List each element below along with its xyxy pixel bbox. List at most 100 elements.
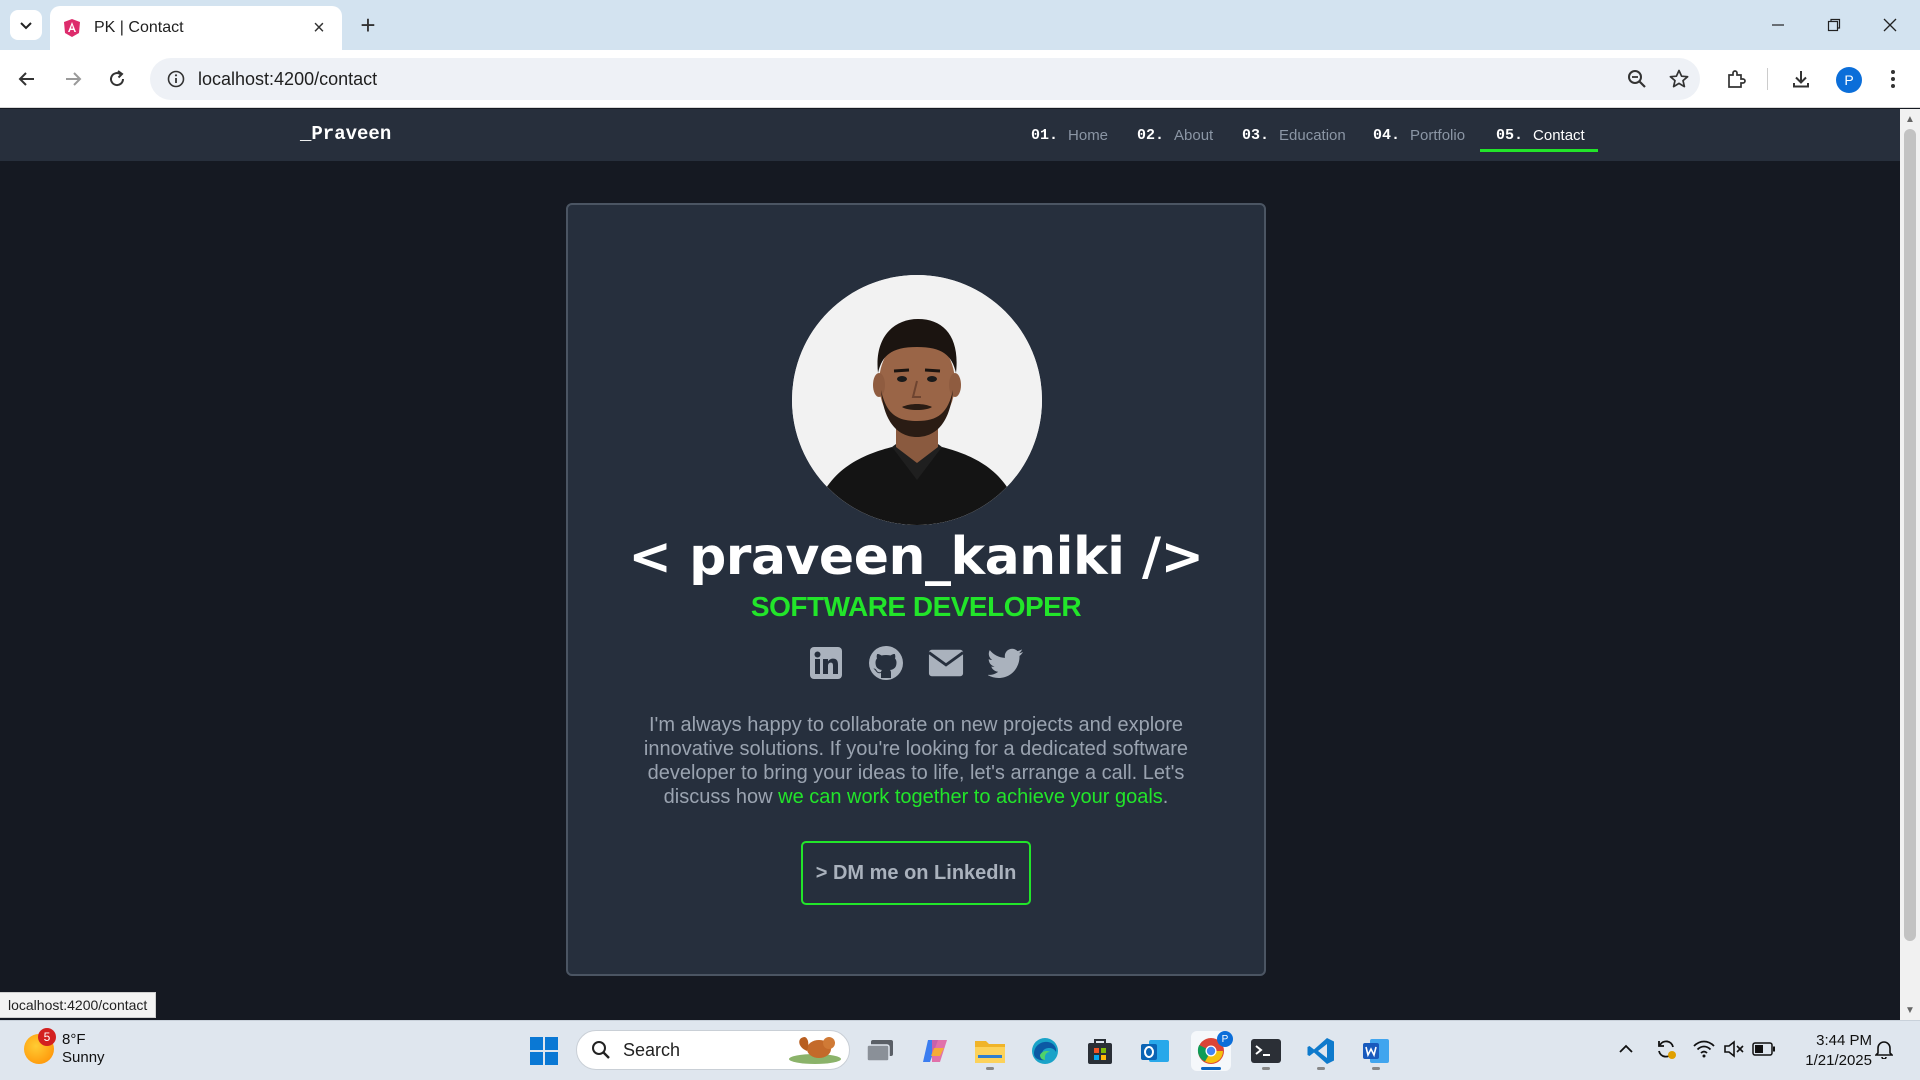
nav-label: Education: [1279, 126, 1346, 144]
nav-item-about[interactable]: 02. About: [1137, 122, 1213, 148]
show-hidden-icons-button[interactable]: [1612, 1035, 1640, 1063]
site-brand[interactable]: _Praveen: [300, 123, 391, 145]
extensions-button[interactable]: [1719, 62, 1753, 96]
address-bar[interactable]: localhost:4200/contact: [150, 58, 1700, 100]
scroll-up-icon[interactable]: ▲: [1904, 113, 1916, 125]
chrome-app[interactable]: P: [1191, 1031, 1233, 1071]
running-indicator: [1372, 1067, 1380, 1070]
bio-highlight: we can work together to achieve your goa…: [778, 786, 1163, 808]
microsoft-store-app[interactable]: [1080, 1031, 1120, 1071]
bookmark-star-icon[interactable]: [1658, 58, 1700, 100]
vscode-app[interactable]: [1301, 1031, 1341, 1071]
close-icon: [1883, 18, 1897, 32]
nav-label: Contact: [1533, 126, 1585, 144]
notifications-button[interactable]: [1870, 1035, 1898, 1063]
role-title: SOFTWARE DEVELOPER: [750, 591, 1082, 622]
vscode-icon: [1307, 1038, 1334, 1064]
zoom-icon[interactable]: [1616, 58, 1658, 100]
bio-end: .: [1162, 786, 1169, 808]
task-view-button[interactable]: [860, 1031, 900, 1071]
edge-app[interactable]: [1025, 1031, 1065, 1071]
nav-item-portfolio[interactable]: 04. Portfolio: [1373, 122, 1465, 148]
github-icon[interactable]: [868, 645, 904, 681]
browser-menu-button[interactable]: [1876, 62, 1910, 96]
wifi-icon: [1693, 1040, 1715, 1058]
nav-number: 03.: [1242, 126, 1270, 144]
email-icon[interactable]: [928, 645, 964, 681]
outlook-app[interactable]: [1135, 1031, 1175, 1071]
link-status-bubble: localhost:4200/contact: [0, 992, 157, 1018]
nav-item-contact[interactable]: 05. Contact: [1496, 122, 1585, 148]
system-clock[interactable]: 3:44 PM 1/21/2025: [1788, 1031, 1872, 1071]
reload-button[interactable]: [100, 62, 134, 96]
nav-active-underline: [1480, 149, 1598, 152]
weather-widget[interactable]: 5 8°F Sunny: [24, 1028, 105, 1067]
taskbar-search[interactable]: Search: [576, 1030, 850, 1070]
linkedin-icon[interactable]: [808, 645, 844, 681]
close-tab-icon[interactable]: ×: [308, 17, 330, 39]
tab-search-button[interactable]: [10, 10, 42, 40]
nav-number: 02.: [1137, 126, 1165, 144]
download-icon: [1793, 71, 1809, 88]
page-viewport: _Praveen 01. Home 02. About 03. Educatio…: [0, 109, 1900, 1020]
task-view-icon: [866, 1040, 893, 1062]
toolbar-divider: [1767, 68, 1768, 90]
angular-logo-icon: [64, 19, 80, 37]
search-highlight-illustration-icon: [789, 1037, 841, 1064]
site-info-icon[interactable]: [156, 58, 196, 100]
terminal-app[interactable]: [1246, 1031, 1286, 1071]
profile-avatar[interactable]: P: [1836, 67, 1862, 93]
puzzle-icon: [1728, 70, 1746, 88]
dm-linkedin-button[interactable]: > DM me on LinkedIn: [801, 841, 1031, 905]
restore-button[interactable]: [1814, 10, 1854, 40]
file-explorer-app[interactable]: [970, 1031, 1010, 1071]
nav-number: 05.: [1496, 126, 1524, 144]
forward-button[interactable]: [56, 62, 90, 96]
nav-item-education[interactable]: 03. Education: [1242, 122, 1346, 148]
arrow-left-icon: [18, 72, 34, 86]
twitter-icon[interactable]: [988, 645, 1024, 681]
downloads-button[interactable]: [1784, 62, 1818, 96]
contact-card: < praveen_kaniki /> SOFTWARE DEVELOPER I…: [566, 203, 1266, 976]
outlook-icon: [1141, 1040, 1169, 1062]
close-window-button[interactable]: [1870, 10, 1910, 40]
nav-number: 04.: [1373, 126, 1401, 144]
scroll-down-icon[interactable]: ▼: [1904, 1004, 1916, 1016]
url-text[interactable]: localhost:4200/contact: [198, 69, 1616, 90]
running-indicator: [1262, 1067, 1270, 1070]
minimize-button[interactable]: [1758, 10, 1798, 40]
running-indicator: [986, 1067, 994, 1070]
browser-tab-active[interactable]: PK | Contact ×: [50, 6, 342, 50]
clock-date: 1/21/2025: [1805, 1052, 1872, 1069]
volume-status-button[interactable]: [1720, 1035, 1748, 1063]
clock-time: 3:44 PM: [1816, 1032, 1872, 1049]
nav-label: Home: [1068, 126, 1109, 144]
word-app[interactable]: [1356, 1031, 1396, 1071]
copilot-icon: [923, 1040, 947, 1062]
windows-logo-icon: [530, 1037, 558, 1065]
search-icon: [592, 1041, 610, 1059]
sync-icon: [1658, 1040, 1676, 1059]
battery-status-button[interactable]: [1750, 1035, 1778, 1063]
arrow-right-icon: [66, 72, 82, 86]
restore-icon: [1827, 18, 1841, 32]
chevron-down-icon: [20, 22, 32, 30]
chevron-up-icon: [1619, 1044, 1633, 1053]
page-scrollbar[interactable]: ▲ ▼: [1900, 109, 1920, 1020]
active-indicator: [1201, 1067, 1221, 1070]
sync-status-button[interactable]: [1652, 1035, 1680, 1063]
nav-item-home[interactable]: 01. Home: [1031, 122, 1108, 148]
tab-title: PK | Contact: [94, 19, 184, 36]
start-button[interactable]: [524, 1031, 564, 1071]
battery-icon: [1752, 1042, 1775, 1056]
scrollbar-thumb[interactable]: [1904, 129, 1916, 941]
bio-paragraph: I'm always happy to collaborate on new p…: [628, 713, 1204, 809]
back-button[interactable]: [10, 62, 44, 96]
new-tab-button[interactable]: +: [354, 10, 382, 40]
wifi-status-button[interactable]: [1690, 1035, 1718, 1063]
contact-name-heading: < praveen_kaniki />: [628, 527, 1204, 587]
bell-icon: [1875, 1041, 1893, 1059]
store-icon: [1088, 1039, 1112, 1064]
social-links: [568, 645, 1264, 681]
copilot-app[interactable]: [915, 1031, 955, 1071]
